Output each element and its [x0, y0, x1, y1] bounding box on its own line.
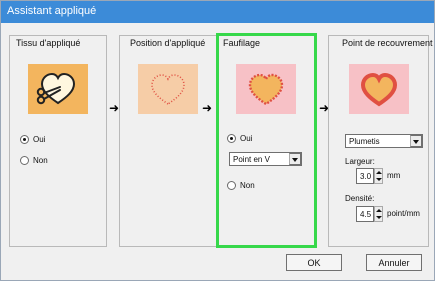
panel-title-tissu: Tissu d'appliqué	[16, 38, 81, 48]
faufilage-stitch-value: Point en V	[233, 155, 270, 164]
panel-point-recouvrement: Point de recouvrement Plumetis Largeur: …	[328, 35, 433, 247]
scissors-heart-icon	[28, 64, 88, 114]
spin-down-icon[interactable]	[375, 214, 382, 221]
dotted-heart-icon	[138, 64, 198, 114]
panel-title-position: Position d'appliqué	[130, 38, 206, 48]
radio-non-label: Non	[33, 156, 48, 165]
panel-title-recouvrement: Point de recouvrement	[342, 38, 433, 48]
panel-tissu-applique: Tissu d'appliqué Oui Non	[9, 35, 107, 247]
recouvrement-stitch-value: Plumetis	[349, 137, 380, 146]
largeur-label: Largeur:	[345, 157, 375, 166]
thumb-tissu	[28, 64, 88, 114]
thumb-position	[138, 64, 198, 114]
thumb-faufilage	[236, 64, 296, 114]
panel-position-applique: Position d'appliqué	[119, 35, 217, 247]
right-arrow-icon: ➜	[109, 101, 120, 115]
cancel-button[interactable]: Annuler	[366, 254, 422, 271]
panel2-radio-oui[interactable]: Oui	[227, 134, 252, 143]
radio-oui[interactable]	[20, 135, 29, 144]
densite-label: Densité:	[345, 194, 375, 203]
panel-title-faufilage: Faufilage	[223, 38, 261, 48]
radio-oui[interactable]	[227, 134, 236, 143]
largeur-spin[interactable]: 3.0	[356, 168, 374, 184]
panel0-radio-oui[interactable]: Oui	[20, 135, 45, 144]
radio-non[interactable]	[20, 156, 29, 165]
panel0-radio-non[interactable]: Non	[20, 156, 48, 165]
faufilage-stitch-select[interactable]: Point en V	[229, 152, 302, 166]
radio-oui-label: Oui	[240, 134, 253, 143]
densite-spin[interactable]: 4.5	[356, 206, 374, 222]
densite-value: 4.5	[360, 210, 372, 219]
window-title: Assistant appliqué	[7, 5, 97, 17]
title-bar[interactable]: Assistant appliqué	[1, 1, 434, 23]
radio-oui-label: Oui	[33, 135, 46, 144]
satin-heart-icon	[349, 64, 409, 114]
spin-up-icon[interactable]	[375, 207, 382, 214]
right-arrow-icon: ➜	[202, 101, 213, 115]
spin-down-icon[interactable]	[375, 176, 382, 183]
densite-spin-buttons[interactable]	[374, 206, 383, 222]
panel2-radio-non[interactable]: Non	[227, 181, 255, 190]
largeur-value: 3.0	[360, 172, 372, 181]
dialog-buttons: OK Annuler	[286, 254, 422, 271]
largeur-spin-buttons[interactable]	[374, 168, 383, 184]
panel-faufilage: Faufilage Oui Point en V Non	[218, 35, 315, 247]
densite-unit: point/mm	[387, 209, 420, 218]
thumb-recouvrement	[349, 64, 409, 114]
chevron-down-icon[interactable]	[410, 135, 422, 147]
chevron-down-icon[interactable]	[289, 153, 301, 165]
zigzag-heart-icon	[236, 64, 296, 114]
applique-wizard-window: Assistant appliqué Tissu d'appliqué Oui	[0, 0, 435, 281]
client-area: Tissu d'appliqué Oui Non ➜ Position d'ap…	[1, 23, 434, 280]
radio-non-label: Non	[240, 181, 255, 190]
recouvrement-stitch-select[interactable]: Plumetis	[345, 134, 423, 148]
spin-up-icon[interactable]	[375, 169, 382, 176]
ok-button[interactable]: OK	[286, 254, 342, 271]
radio-non[interactable]	[227, 181, 236, 190]
largeur-unit: mm	[387, 171, 401, 180]
